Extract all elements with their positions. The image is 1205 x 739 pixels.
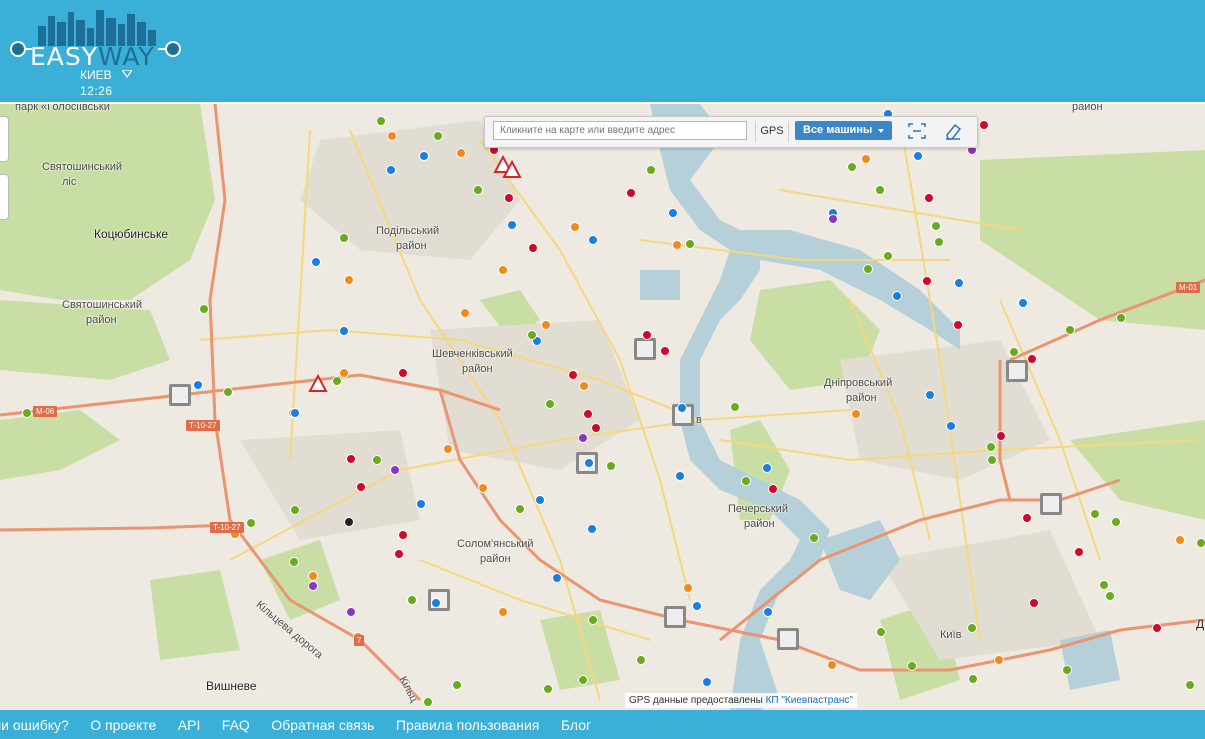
vehicles-dropdown-label: Все машины bbox=[803, 124, 873, 136]
attribution-text: GPS данные предоставлены bbox=[629, 695, 763, 706]
road-badge-7: 7 bbox=[354, 635, 365, 646]
attribution: GPS данные предоставлены КП "Киевпастран… bbox=[625, 693, 857, 708]
map-label-kyiv: Київ bbox=[940, 629, 962, 641]
map-label-solomyansky: Солом'янський bbox=[457, 538, 534, 550]
map-label-v: в bbox=[696, 414, 702, 426]
caret-down-icon bbox=[878, 129, 884, 133]
map-label-svyatoshynsky: Святошинський bbox=[62, 299, 143, 311]
vehicles-dropdown[interactable]: Все машины bbox=[795, 121, 892, 140]
map-label-pechersky-2: район bbox=[744, 518, 775, 530]
footer-link-blog[interactable]: Блог bbox=[561, 717, 591, 733]
map-label-kotsiubynske: Коцюбинське bbox=[94, 227, 169, 241]
map[interactable]: парк «Голосіївськи Святошинський ліс Коц… bbox=[0, 104, 1205, 710]
footer-link-terms[interactable]: Правила пользования bbox=[396, 717, 540, 733]
layer-control[interactable] bbox=[0, 174, 9, 220]
footer-link-faq[interactable]: FAQ bbox=[222, 717, 250, 733]
map-label-vyshneve: Вишневе bbox=[206, 679, 257, 693]
attribution-link[interactable]: КП "Киевпастранс" bbox=[766, 695, 853, 706]
footer: ли ошибку? О проекте API FAQ Обратная св… bbox=[0, 710, 1205, 739]
gps-button[interactable]: GPS bbox=[755, 121, 789, 142]
map-canvas[interactable] bbox=[0, 104, 1205, 710]
road-badge-t1027-b: T-10-27 bbox=[210, 522, 244, 533]
footer-links: ли ошибку? О проекте API FAQ Обратная св… bbox=[0, 717, 608, 735]
map-toolbar: GPS Все машины bbox=[484, 116, 978, 148]
city-selector[interactable]: КИЕВ bbox=[80, 68, 112, 82]
logo-text-easy: EASY bbox=[30, 42, 99, 71]
map-label-pechersky: Печерський bbox=[728, 503, 788, 515]
header: EASYWAY КИЕВ 12:26 bbox=[0, 0, 1205, 102]
zoom-control[interactable] bbox=[0, 116, 9, 162]
logo-text-way: WAY bbox=[98, 42, 155, 71]
address-search-input[interactable] bbox=[493, 121, 747, 140]
map-label-raion-top: район bbox=[1072, 104, 1103, 113]
road-badge-m06: M-06 bbox=[33, 406, 58, 417]
map-label-forest: Святошинський bbox=[42, 161, 123, 173]
easyway-logo[interactable]: EASYWAY bbox=[8, 8, 186, 71]
road-badge-m01: M-01 bbox=[1176, 282, 1201, 293]
map-label-solomyansky-2: район bbox=[480, 553, 511, 565]
current-time: 12:26 bbox=[80, 84, 113, 98]
eraser-icon[interactable] bbox=[941, 120, 965, 142]
map-label-dniprovsky: Дніпровський bbox=[824, 377, 893, 389]
footer-link-about[interactable]: О проекте bbox=[90, 717, 156, 733]
footer-link-feedback[interactable]: Обратная связь bbox=[271, 717, 374, 733]
map-label-d: Д bbox=[1196, 617, 1205, 631]
footer-link-api[interactable]: API bbox=[178, 717, 201, 733]
fit-bounds-icon[interactable] bbox=[905, 120, 929, 142]
chevron-down-icon[interactable] bbox=[122, 70, 132, 78]
map-label-shevchenkivsky: Шевченківський bbox=[432, 348, 513, 360]
map-label-dniprovsky-2: район bbox=[846, 392, 877, 404]
map-label-forest-2: ліс bbox=[62, 176, 77, 188]
footer-link-report-error[interactable]: ли ошибку? bbox=[0, 717, 69, 733]
logo-text: EASYWAY bbox=[30, 42, 155, 71]
map-label-podilsky-2: район bbox=[396, 240, 427, 252]
map-label-svyatoshynsky-2: район bbox=[86, 314, 117, 326]
map-label-shevchenkivsky-2: район bbox=[462, 363, 493, 375]
map-label-podilsky: Подільський bbox=[376, 225, 440, 237]
map-label-park: парк «Голосіївськи bbox=[15, 104, 110, 113]
road-badge-t1027: T-10-27 bbox=[186, 420, 220, 431]
